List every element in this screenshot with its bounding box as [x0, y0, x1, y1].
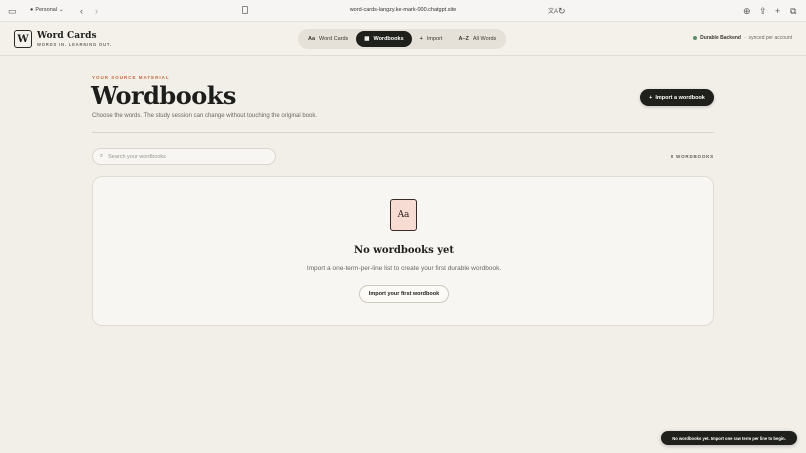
page-subtitle: Choose the words. The study session can …: [92, 113, 318, 119]
status-label: Durable Backend: [700, 35, 741, 41]
search-icon: ⌕: [100, 153, 104, 159]
empty-description: Import a one-term-per-line list to creat…: [306, 265, 502, 272]
main-nav: Aa Word Cards ▦ Wordbooks + Import A–Z A…: [298, 29, 507, 49]
search-input[interactable]: [108, 153, 269, 160]
status-dot-icon: [693, 36, 698, 40]
sync-status: Durable Backend · synced per account: [693, 35, 792, 41]
tab-label: Word Cards: [319, 36, 349, 42]
grid-icon: ▦: [364, 36, 370, 42]
brand-tagline: WORDS IN. LEARNING OUT.: [37, 42, 112, 47]
tab-label: Import: [426, 36, 443, 42]
tab-wordbooks[interactable]: ▦ Wordbooks: [356, 31, 412, 47]
tab-label: Wordbooks: [373, 36, 404, 42]
status-separator: ·: [743, 35, 746, 41]
aa-icon: Aa: [308, 36, 316, 42]
status-detail: synced per account: [748, 35, 792, 41]
download-icon[interactable]: ⊕: [743, 6, 751, 16]
plus-icon: +: [419, 36, 423, 42]
brand[interactable]: Word Cards WORDS IN. LEARNING OUT.: [37, 31, 112, 47]
aa-icon: Aa: [390, 199, 417, 231]
toast-notification: No wordbooks yet. Import one raw term pe…: [661, 431, 797, 445]
import-first-wordbook-button[interactable]: Import your first wordbook: [359, 285, 449, 303]
tab-import[interactable]: + Import: [412, 31, 451, 47]
a-z-icon: A–Z: [458, 36, 469, 42]
translate-icon[interactable]: 文A: [548, 7, 558, 17]
new-tab-icon[interactable]: +: [775, 6, 780, 16]
empty-title: No wordbooks yet: [354, 245, 454, 256]
tab-label: All Words: [472, 36, 497, 42]
browser-toolbar: ▭ ● Personal ⌄ ‹ › word-cards-langzy.ke-…: [0, 0, 806, 22]
share-icon[interactable]: ⇪: [759, 6, 767, 16]
tab-all-words[interactable]: A–Z All Words: [450, 31, 504, 47]
search-box[interactable]: ⌕: [92, 148, 276, 165]
logo-icon[interactable]: W: [14, 30, 32, 48]
tab-word-cards[interactable]: Aa Word Cards: [300, 31, 356, 47]
brand-name: Word Cards: [37, 31, 97, 41]
plus-icon: +: [649, 94, 653, 101]
empty-state-card: Aa No wordbooks yet Import a one-term-pe…: [92, 176, 714, 326]
divider: [92, 132, 714, 133]
address-bar[interactable]: word-cards-langzy.ke-mark-000.chatgpt.si…: [0, 7, 806, 13]
wordbook-count: 0 WORDBOOKS: [670, 154, 714, 159]
reload-icon[interactable]: ↻: [558, 6, 566, 16]
page-title: Wordbooks: [91, 81, 236, 110]
tab-overview-icon[interactable]: ⧉: [790, 6, 796, 16]
import-button-label: Import a wordbook: [655, 94, 705, 101]
import-wordbook-button[interactable]: + Import a wordbook: [640, 89, 714, 106]
section-eyebrow: YOUR SOURCE MATERIAL: [92, 75, 170, 80]
